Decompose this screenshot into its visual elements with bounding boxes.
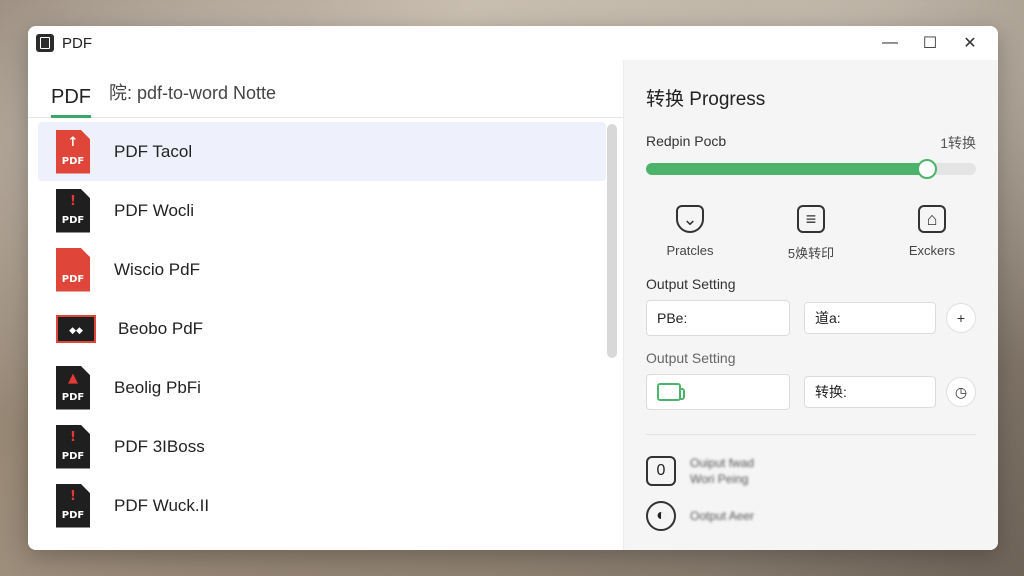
chevron-shield-icon: ⌄ xyxy=(676,205,704,233)
file-list: ↑ PDF PDF Tacol ! PDF PDF Wocli PDF Wisc… xyxy=(28,118,623,550)
action-exckers[interactable]: ⌂ Exckers xyxy=(892,205,972,262)
add-icon[interactable]: + xyxy=(946,303,976,333)
list-item-label: PDF Tacol xyxy=(114,141,193,161)
action-label: Pratcles xyxy=(666,243,714,258)
close-button[interactable]: ✕ xyxy=(950,28,990,58)
pdf-file-icon: ↑ PDF xyxy=(56,129,90,174)
action-label: 5焕转印 xyxy=(787,246,835,261)
progress-bar xyxy=(646,159,976,179)
list-item[interactable]: ◆◆ Beobo PdF xyxy=(38,299,606,358)
pdf-file-icon: PDF xyxy=(56,247,90,292)
divider xyxy=(646,434,976,435)
action-label: Exckers xyxy=(908,243,956,258)
list-item-label: Beolig PbFi xyxy=(114,377,201,397)
pdf-file-icon: ! PDF xyxy=(56,188,90,233)
file-list-panel: PDF 院: pdf-to-word Notte ↑ PDF PDF Tacol… xyxy=(28,60,623,550)
list-item-label: PDF Wocli xyxy=(114,200,194,220)
title-bar: PDF — ☐ ✕ xyxy=(28,26,998,60)
window-title: PDF xyxy=(62,34,92,52)
output-field-b[interactable]: 道a: xyxy=(804,302,936,334)
list-item[interactable]: ! PDF PDF 3IBoss xyxy=(38,417,606,476)
action-row: ⌄ Pratcles ≡ 5焕转印 ⌂ Exckers xyxy=(646,205,976,262)
action-document[interactable]: ≡ 5焕转印 xyxy=(771,205,851,262)
app-window: PDF — ☐ ✕ PDF 院: pdf-to-word Notte ↑ PDF… xyxy=(28,26,998,550)
bottom-item-line2: Wori Peing xyxy=(690,472,749,486)
output-row-1: PBe: 道a: + xyxy=(646,300,976,336)
output-field-c[interactable] xyxy=(646,374,790,410)
output-setting-heading: Output Setting xyxy=(646,276,736,292)
bottom-item[interactable]: ◐ Ootput Aeer xyxy=(646,501,976,531)
list-item-label: PDF 3IBoss xyxy=(114,436,205,456)
pdf-file-icon: ! PDF xyxy=(56,424,90,469)
window-controls: — ☐ ✕ xyxy=(870,28,990,58)
bottom-item[interactable]: 0 Ouiput fwad Wori Peing xyxy=(646,455,976,487)
output-field-a[interactable]: PBe: xyxy=(646,300,790,336)
maximize-button[interactable]: ☐ xyxy=(910,28,950,58)
panel-subtitle: 院: pdf-to-word Notte xyxy=(109,83,277,103)
document-icon: ≡ xyxy=(797,205,825,233)
progress-knob[interactable] xyxy=(916,159,937,179)
app-logo-icon xyxy=(36,34,54,52)
zero-box-icon: 0 xyxy=(646,456,676,486)
list-item[interactable]: PDF Wiscio PdF xyxy=(38,240,606,299)
progress-title: 转换 Progress xyxy=(646,89,766,110)
list-item-label: Wiscio PdF xyxy=(114,259,200,279)
file-list-header: PDF 院: pdf-to-word Notte xyxy=(28,60,623,118)
progress-label: Redpin Pocb xyxy=(646,133,727,149)
list-scrollbar[interactable] xyxy=(607,124,617,358)
progress-info: Redpin Pocb 1转换 xyxy=(646,133,976,153)
progress-panel: 转换 Progress Redpin Pocb 1转换 ⌄ Pratcles ≡… xyxy=(623,60,998,550)
clock-circle-icon: ◐ xyxy=(646,501,676,531)
main-body: PDF 院: pdf-to-word Notte ↑ PDF PDF Tacol… xyxy=(28,60,998,550)
battery-icon xyxy=(657,383,685,401)
output-field-d[interactable]: 转换: xyxy=(804,376,936,408)
pdf-file-icon: ◆◆ xyxy=(56,314,96,343)
pdf-file-icon: ! PDF xyxy=(56,483,90,528)
progress-fill xyxy=(646,163,927,175)
progress-count: 1转换 xyxy=(940,135,976,151)
list-item[interactable]: ! PDF PDF Wocli xyxy=(38,181,606,240)
bottom-item-line1: Ouiput fwad xyxy=(690,456,755,470)
list-item-label: PDF Wuck.II xyxy=(114,495,210,515)
tab-pdf[interactable]: PDF xyxy=(51,86,91,118)
output-setting-heading-2: Output Setting xyxy=(646,350,736,366)
list-item[interactable]: ↑ PDF PDF Tacol xyxy=(38,122,606,181)
output-row-2: 转换: ◷ xyxy=(646,374,976,410)
timer-icon[interactable]: ◷ xyxy=(946,377,976,407)
list-item-label: Beobo PdF xyxy=(118,318,204,338)
minimize-button[interactable]: — xyxy=(870,28,910,58)
action-pratcles[interactable]: ⌄ Pratcles xyxy=(650,205,730,262)
pdf-file-icon: ▲ PDF xyxy=(56,365,90,410)
list-item[interactable]: ! PDF PDF Wuck.II xyxy=(38,476,606,535)
home-box-icon: ⌂ xyxy=(918,205,946,233)
bottom-item-line1: Ootput Aeer xyxy=(690,509,755,523)
list-item[interactable]: ▲ PDF Beolig PbFi xyxy=(38,358,606,417)
